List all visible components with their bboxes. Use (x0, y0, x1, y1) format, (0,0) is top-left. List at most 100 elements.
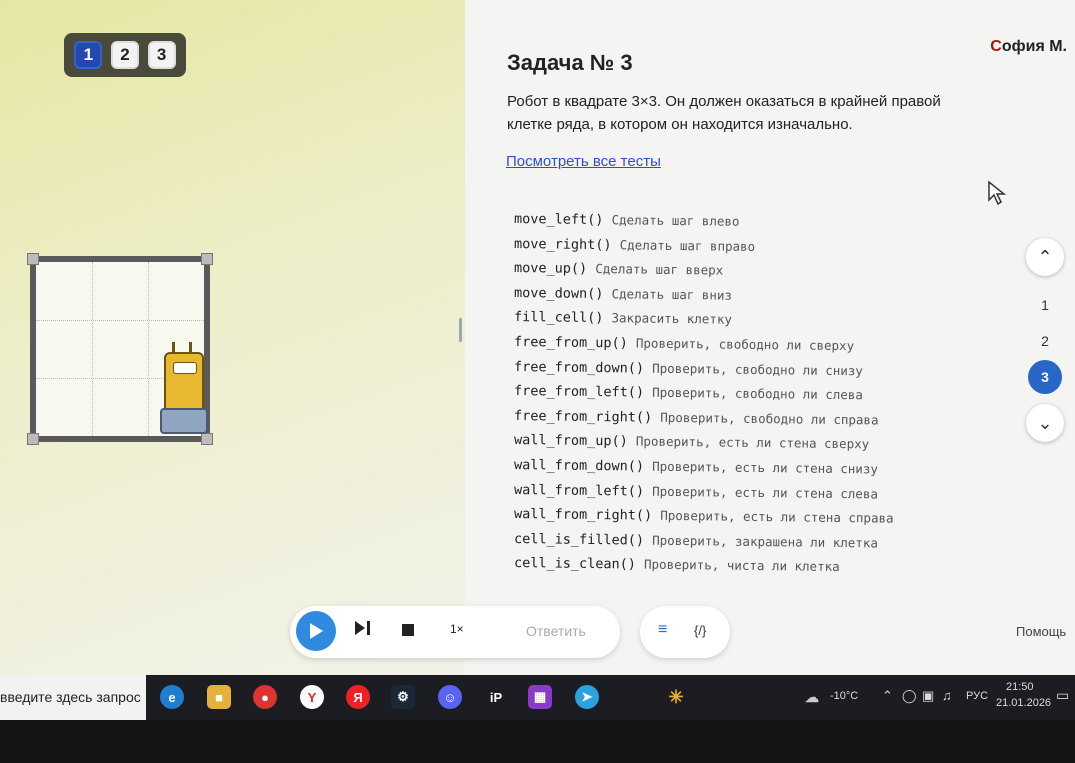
robot-body (164, 352, 204, 414)
command-function: free_from_down() (513, 358, 645, 377)
clock-time[interactable]: 21:50 (1006, 681, 1034, 693)
edge-browser-icon[interactable]: e (160, 685, 184, 709)
nav-down-chevron-icon[interactable]: ⌄ (1026, 404, 1064, 442)
clock-date[interactable]: 21.01.2026 (996, 697, 1051, 709)
view-all-tests-link[interactable]: Посмотреть все тесты (506, 153, 661, 170)
telegram-icon[interactable]: ➤ (575, 685, 599, 709)
level-tabs: 1 2 3 (64, 33, 186, 77)
task-title: Задача № 3 (507, 50, 633, 75)
notification-icon[interactable]: ▭ (1056, 687, 1069, 704)
command-description: Проверить, свободно ли справа (660, 409, 879, 428)
windows-app-icon[interactable]: ▦ (528, 685, 552, 709)
steam-icon[interactable]: ⚙ (391, 685, 415, 709)
command-reference-list: move_left() Сделать шаг влево move_right(… (514, 207, 894, 576)
command-description: Проверить, свободно ли снизу (652, 360, 863, 378)
grid-line (36, 320, 204, 321)
play-icon (310, 623, 323, 639)
command-function: free_from_up() (513, 333, 628, 352)
step-button[interactable] (354, 620, 372, 641)
command-function: free_from_left() (513, 383, 645, 401)
ip-app-icon[interactable]: iP (484, 685, 508, 709)
nav-up-chevron-icon[interactable]: ⌃ (1026, 238, 1064, 276)
weather-icon[interactable]: ☁ (800, 685, 824, 709)
code-view-icon[interactable]: {/} (694, 623, 706, 638)
command-description: Закрасить клетку (611, 310, 733, 328)
command-function: cell_is_filled() (513, 530, 645, 549)
level-tab-3[interactable]: 3 (147, 41, 176, 69)
user-name-rest: офия М. (1001, 38, 1067, 55)
command-function: fill_cell() (513, 309, 604, 327)
grid-corner (201, 253, 213, 265)
command-description: Сделать шаг влево (611, 212, 740, 229)
help-link[interactable]: Помощь (1016, 624, 1066, 639)
command-function: free_from_right() (513, 407, 653, 426)
stop-icon (402, 624, 414, 636)
task-nav-2[interactable]: 2 (1028, 324, 1062, 358)
grid-corner (201, 433, 213, 445)
command-description: Проверить, свободно ли слева (652, 384, 863, 403)
task-navigator: ⌃ 1 2 3 ⌄ (1022, 238, 1068, 442)
command-function: cell_is_clean() (513, 555, 637, 573)
volume-muted-icon[interactable]: ♫ (942, 688, 952, 703)
command-description: Проверить, есть ли стена сверху (635, 433, 870, 452)
robot-grid (27, 253, 213, 445)
network-icon[interactable]: ◯ (902, 688, 917, 704)
tray-expand-icon[interactable]: ⌃ (882, 688, 893, 704)
grid-line (92, 262, 93, 436)
answer-button[interactable]: Ответить (526, 623, 586, 639)
run-controls: 1× Ответить (290, 606, 620, 658)
command-function: move_down() (513, 284, 604, 302)
grid-corner (27, 253, 39, 265)
file-explorer-icon[interactable]: ■ (207, 685, 231, 709)
windows-taskbar: введите здесь запрос e ■ ● Y Я ⚙ ☺ iP ▦ … (0, 675, 1075, 720)
command-item: cell_is_clean() Проверить, чиста ли клет… (514, 551, 894, 580)
command-description: Проверить, закрашена ли клетка (652, 532, 879, 551)
robot-sprite (160, 342, 208, 434)
command-function: wall_from_right() (513, 506, 653, 524)
weather-temp[interactable]: -10°C (830, 690, 858, 702)
command-function: move_up() (513, 260, 588, 278)
command-description: Проверить, свободно ли сверху (635, 335, 855, 354)
grid-line (148, 262, 149, 436)
speed-button[interactable]: 1× (450, 622, 464, 636)
yandex-browser-icon[interactable]: Y (300, 685, 324, 709)
taskbar-search-input[interactable]: введите здесь запрос (0, 675, 146, 720)
app-screen: 1 2 3 София М. Задача № 3 Робот в квадра… (0, 0, 1075, 675)
command-description: Сделать шаг вверх (595, 261, 724, 278)
chrome-browser-icon[interactable]: ● (253, 685, 277, 709)
command-description: Проверить, чиста ли клетка (643, 556, 840, 575)
display-icon[interactable]: ▣ (922, 688, 934, 704)
grid-corner (27, 433, 39, 445)
user-name[interactable]: София М. (990, 38, 1067, 56)
play-button[interactable] (296, 611, 336, 651)
command-description: Проверить, есть ли стена снизу (652, 458, 879, 477)
task-description: Робот в квадрате 3×3. Он должен оказатьс… (507, 93, 941, 133)
command-function: move_left() (513, 211, 604, 229)
robot-base (160, 408, 208, 434)
command-description: Проверить, есть ли стена слева (652, 483, 879, 501)
command-description: Проверить, есть ли стена справа (660, 507, 894, 526)
pane-resize-handle[interactable] (459, 318, 462, 342)
input-language[interactable]: РУС (966, 690, 988, 702)
discord-icon[interactable]: ☺ (438, 685, 462, 709)
robot-field-pane: 1 2 3 (0, 0, 465, 675)
stop-button[interactable] (402, 623, 414, 641)
user-initial: С (990, 38, 1002, 55)
view-toggle: ≡ {/} (640, 606, 730, 658)
command-function: move_right() (513, 235, 612, 253)
command-description: Сделать шаг вправо (619, 236, 756, 254)
task-nav-1[interactable]: 1 (1028, 288, 1062, 322)
command-function: wall_from_up() (513, 432, 628, 450)
robot-eyes (173, 362, 197, 374)
yandex-app-icon[interactable]: Я (346, 685, 370, 709)
level-tab-1[interactable]: 1 (74, 41, 103, 69)
command-description: Сделать шаг вниз (611, 285, 733, 303)
command-function: wall_from_down() (513, 456, 645, 475)
sun-icon[interactable]: ✳ (664, 685, 688, 709)
text-view-icon[interactable]: ≡ (658, 621, 667, 639)
command-function: wall_from_left() (513, 481, 645, 500)
level-tab-2[interactable]: 2 (110, 41, 139, 69)
step-forward-icon (355, 621, 370, 635)
task-nav-3[interactable]: 3 (1028, 360, 1062, 394)
monitor-bezel (0, 720, 1075, 763)
